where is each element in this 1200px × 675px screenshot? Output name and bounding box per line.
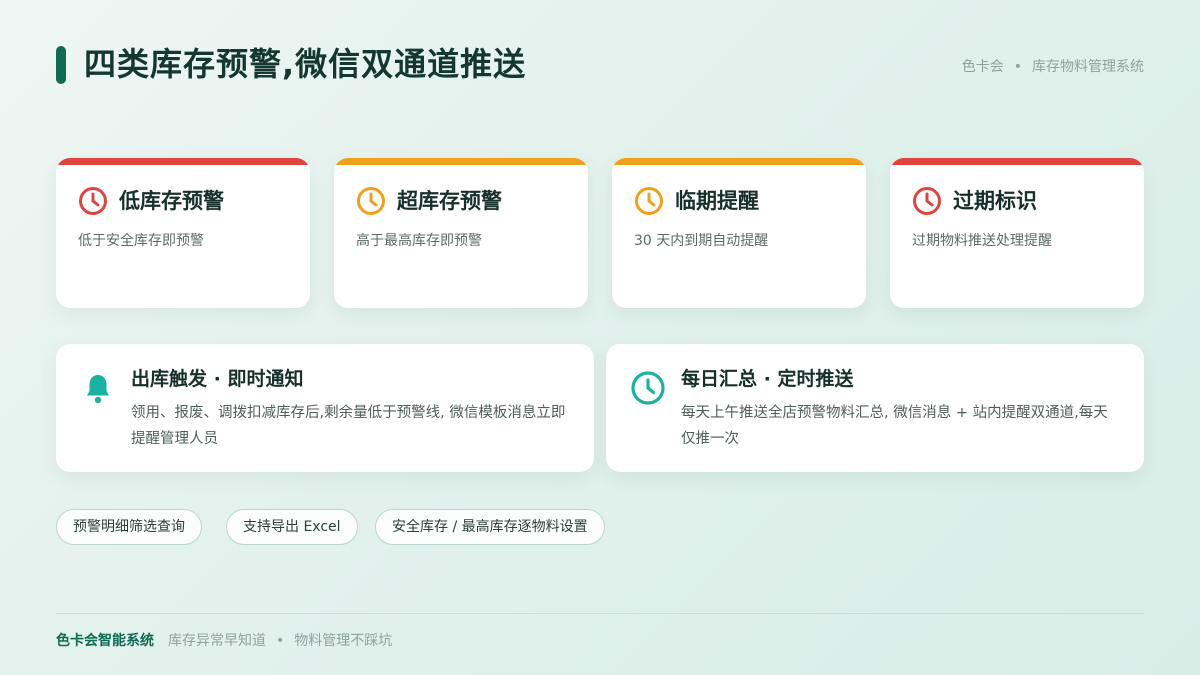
alert-card-desc: 30 天内到期自动提醒 <box>634 233 769 249</box>
push-card-daily-summary: 每日汇总 · 定时推送 每天上午推送全店预警物料汇总, 微信消息 + 站内提醒双… <box>606 344 1144 472</box>
footer-brand: 色卡会智能系统 <box>56 633 154 649</box>
title-accent-bar <box>56 46 66 84</box>
alert-card-expired: 过期标识 过期物料推送处理提醒 <box>890 158 1144 308</box>
alert-card-title: 超库存预警 <box>397 189 502 213</box>
brand-name: 色卡会 <box>961 59 1004 75</box>
alert-card-desc: 高于最高库存即预警 <box>356 233 482 249</box>
alert-card-over-stock: 超库存预警 高于最高库存即预警 <box>334 158 588 308</box>
alert-card-near-expiry: 临期提醒 30 天内到期自动提醒 <box>612 158 866 308</box>
push-card-desc: 每天上午推送全店预警物料汇总, 微信消息 + 站内提醒双通道,每天仅推一次 <box>681 405 1108 447</box>
page-title: 四类库存预警,微信双通道推送 <box>84 45 527 83</box>
footer-slogan-2: 物料管理不踩坑 <box>294 633 393 649</box>
clock-icon <box>79 187 107 215</box>
card-color-bar <box>334 158 588 165</box>
clock-icon <box>913 187 941 215</box>
tag-filter-query[interactable]: 预警明细筛选查询 <box>56 509 202 545</box>
card-color-bar <box>890 158 1144 165</box>
push-card-desc: 领用、报废、调拨扣减库存后,剩余量低于预警线, 微信模板消息立即提醒管理人员 <box>131 405 566 447</box>
clock-icon <box>635 187 663 215</box>
page-header: 四类库存预警,微信双通道推送 色卡会 • 库存物料管理系统 <box>56 44 1144 86</box>
tag-stock-settings[interactable]: 安全库存 / 最高库存逐物料设置 <box>375 509 605 545</box>
push-card-title: 出库触发 · 即时通知 <box>131 368 304 390</box>
clock-icon <box>631 371 665 405</box>
brand-system: 库存物料管理系统 <box>1032 59 1144 75</box>
alert-card-low-stock: 低库存预警 低于安全库存即预警 <box>56 158 310 308</box>
push-card-title: 每日汇总 · 定时推送 <box>681 368 854 390</box>
footer-separator: • <box>276 633 285 649</box>
alert-card-desc: 过期物料推送处理提醒 <box>912 233 1052 249</box>
alert-cards: 低库存预警 低于安全库存即预警 超库存预警 高于最高库存即预警 临期提醒 30 … <box>56 158 1144 308</box>
clock-icon <box>357 187 385 215</box>
alert-card-title: 过期标识 <box>953 189 1037 213</box>
tag-export-excel[interactable]: 支持导出 Excel <box>226 509 358 545</box>
alert-card-title: 低库存预警 <box>119 189 224 213</box>
push-cards: 出库触发 · 即时通知 领用、报废、调拨扣减库存后,剩余量低于预警线, 微信模板… <box>56 344 1144 472</box>
card-color-bar <box>56 158 310 165</box>
push-card-outbound-trigger: 出库触发 · 即时通知 领用、报废、调拨扣减库存后,剩余量低于预警线, 微信模板… <box>56 344 594 472</box>
footer-divider <box>56 613 1144 614</box>
alert-card-title: 临期提醒 <box>675 189 759 213</box>
footer: 色卡会智能系统 库存异常早知道 • 物料管理不踩坑 <box>56 630 392 650</box>
footer-slogan-1: 库存异常早知道 <box>168 633 266 649</box>
brand-label: 色卡会 • 库存物料管理系统 <box>962 56 1144 76</box>
brand-separator: • <box>1013 59 1022 75</box>
bell-icon <box>87 375 109 404</box>
alert-card-desc: 低于安全库存即预警 <box>78 233 204 249</box>
card-color-bar <box>612 158 866 165</box>
